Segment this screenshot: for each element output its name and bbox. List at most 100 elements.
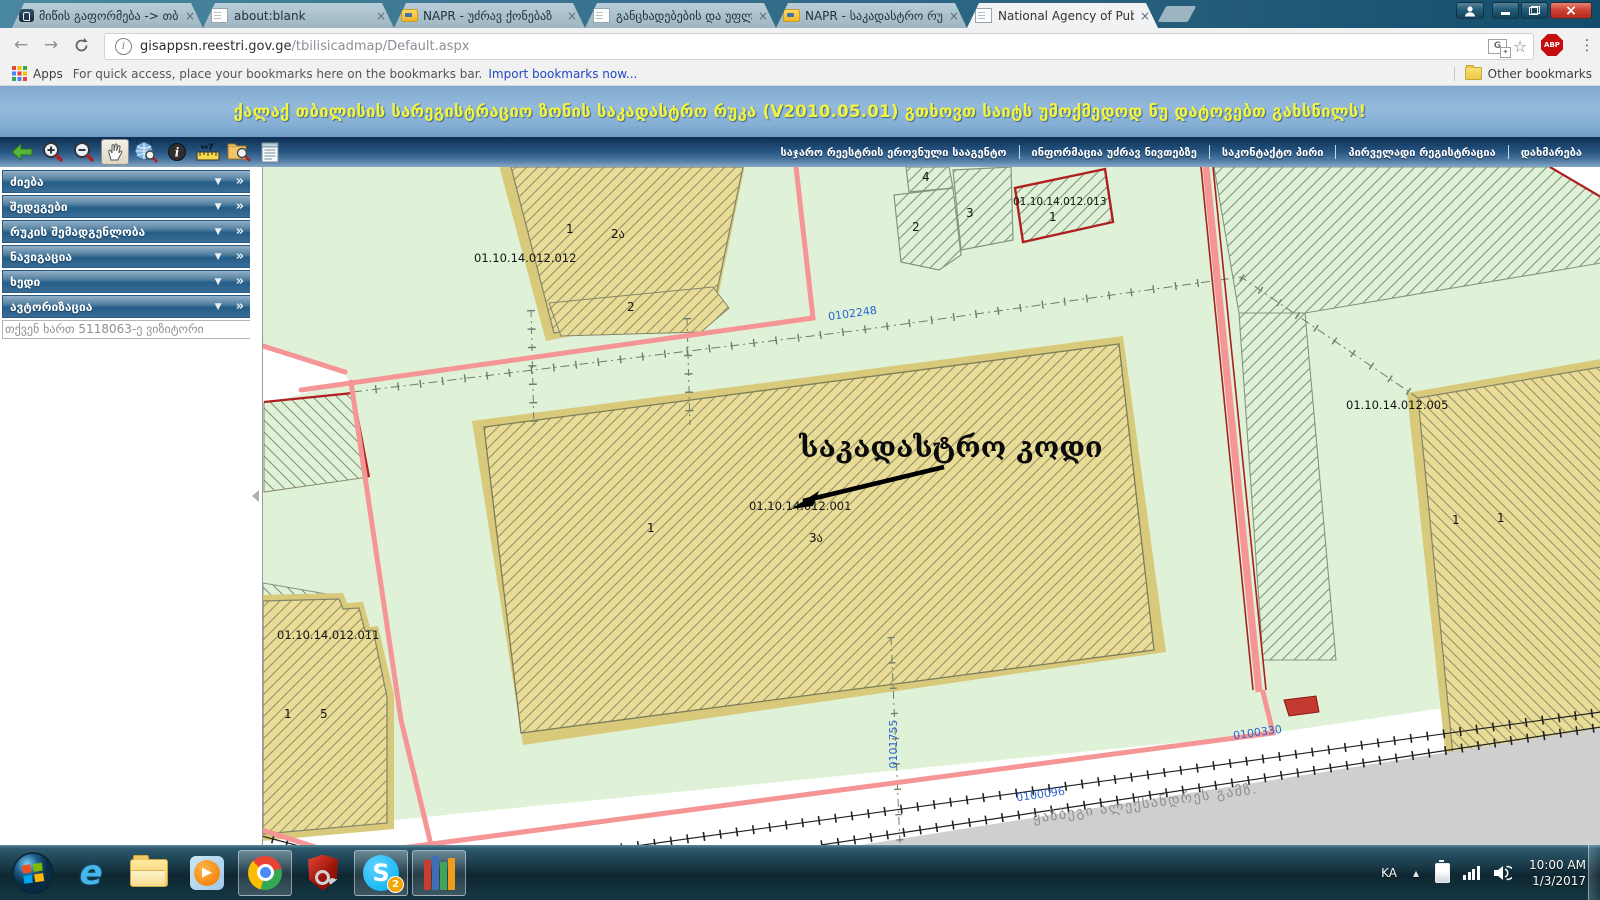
person-icon — [1465, 5, 1475, 16]
adblock-extension-icon[interactable]: ABP — [1541, 34, 1563, 56]
tab-close-icon[interactable]: × — [183, 9, 197, 23]
sub-label: 5 — [320, 707, 328, 721]
hidden-icons-caret[interactable]: ▴ — [1413, 866, 1419, 880]
collapse-sidebar-arrow-icon[interactable] — [252, 490, 259, 502]
pan-tool-button-selected[interactable] — [101, 139, 129, 165]
search-parcel-button[interactable] — [225, 139, 253, 165]
chevron-down-icon[interactable]: ▼ — [215, 302, 222, 312]
link-contact-person[interactable]: საკონტაქტო პირი — [1210, 146, 1336, 159]
forward-icon: → — [43, 35, 59, 55]
windows-taskbar: e ▶ S 2 KA ▴ 10:00 AM 1/3/2017 — [0, 845, 1600, 900]
battery-icon[interactable] — [1435, 859, 1451, 883]
url-path: /tbilisicadmap/Default.aspx — [291, 39, 470, 54]
sidebar-panel-authorization[interactable]: ავტორიზაცია ▼ » — [2, 295, 252, 318]
import-bookmarks-link[interactable]: Import bookmarks now... — [488, 67, 637, 81]
expand-icon[interactable]: » — [236, 199, 244, 214]
expand-icon[interactable]: » — [236, 299, 244, 314]
sidebar-panel-view[interactable]: ხედი ▼ » — [2, 270, 252, 293]
sidebar-panel-map-contents[interactable]: რუკის შემადგენლობა ▼ » — [2, 220, 252, 243]
tab-5[interactable]: NAPR - საკადასტრო რუ × — [776, 3, 967, 28]
close-button[interactable]: × — [1550, 2, 1592, 19]
profile-button[interactable] — [1456, 2, 1484, 19]
chevron-down-icon[interactable]: ▼ — [215, 252, 222, 262]
system-tray: KA ▴ 10:00 AM 1/3/2017 — [1381, 845, 1586, 900]
tab-close-icon[interactable]: × — [565, 9, 579, 23]
tab-close-icon[interactable]: × — [756, 9, 770, 23]
apps-shortcut[interactable]: Apps — [33, 67, 63, 81]
new-tab-button[interactable] — [1157, 6, 1197, 22]
page-info-icon[interactable]: i — [115, 38, 132, 55]
tab-close-icon[interactable]: × — [947, 9, 961, 23]
taskbar-explorer-icon[interactable] — [122, 850, 176, 896]
sub-label: 1 — [284, 707, 292, 721]
tab-6-favicon — [975, 8, 992, 23]
sub-label: 2 — [912, 220, 920, 234]
identify-button[interactable]: i — [163, 139, 191, 165]
zoom-out-button[interactable] — [70, 139, 98, 165]
show-desktop-button[interactable] — [1588, 845, 1600, 900]
forward-button[interactable]: → — [38, 33, 64, 57]
skype-notification-badge: 2 — [387, 875, 404, 893]
chevron-down-icon[interactable]: ▼ — [215, 177, 222, 187]
tab-6-active[interactable]: National Agency of Publ × — [967, 3, 1158, 28]
measure-button[interactable]: ↔? — [194, 139, 222, 165]
sidebar-panel-results[interactable]: შედეგები ▼ » — [2, 195, 252, 218]
language-indicator[interactable]: KA — [1381, 866, 1397, 880]
panel-splitter[interactable] — [250, 170, 260, 845]
tab-4[interactable]: განცხადებების და უფლ × — [585, 3, 776, 28]
taskbar-ie-icon[interactable]: e — [64, 850, 118, 896]
apps-grid-icon[interactable] — [12, 66, 27, 81]
link-public-registry[interactable]: საჯარო რეესტრის ეროვნული სააგენტო — [769, 146, 1019, 159]
other-bookmarks-button[interactable]: Other bookmarks — [1488, 67, 1592, 81]
tab-3[interactable]: NAPR - უძრავ ქონებაზ × — [394, 3, 585, 28]
panel-label: ავტორიზაცია — [10, 299, 93, 314]
back-extent-button[interactable] — [8, 139, 36, 165]
taskbar-security-shield-icon[interactable] — [296, 850, 350, 896]
reload-button[interactable] — [68, 33, 94, 57]
chevron-down-icon[interactable]: ▼ — [215, 202, 222, 212]
tab-close-icon[interactable]: × — [374, 9, 388, 23]
expand-icon[interactable]: » — [236, 274, 244, 289]
chevron-down-icon[interactable]: ▼ — [215, 227, 222, 237]
clock[interactable]: 10:00 AM 1/3/2017 — [1529, 857, 1586, 889]
sidebar: ძიება ▼» შედეგები ▼» რუკის შემადგენლობა ▼» … — [2, 170, 252, 339]
volume-icon[interactable] — [1494, 865, 1513, 881]
url-bar[interactable]: i gisappsn.reestri.gov.ge/tbilisicadmap/… — [104, 33, 1534, 60]
start-button[interactable] — [6, 850, 60, 896]
zoom-out-icon — [74, 142, 95, 163]
report-button[interactable] — [256, 139, 284, 165]
folder-icon — [130, 854, 168, 887]
link-property-info[interactable]: ინფორმაცია უძრავ ნივთებზე — [1020, 146, 1209, 159]
back-button[interactable]: ← — [8, 33, 34, 57]
cadastral-map[interactable]: 01.10.14.012.012 1 2ა 2 4 2 3 01.10.14.0… — [256, 164, 1600, 868]
sub-label: 3 — [966, 206, 974, 220]
tab-2[interactable]: about:blank × — [203, 3, 394, 28]
link-primary-registration[interactable]: პირველადი რეგისტრაცია — [1336, 146, 1507, 159]
tab-1[interactable]: მიწის გაფორმება -> თბ × — [12, 3, 203, 28]
maximize-button[interactable] — [1521, 2, 1548, 19]
chrome-menu-button[interactable]: ⋮ — [1578, 33, 1596, 57]
tab-close-icon[interactable]: × — [1138, 9, 1152, 23]
back-icon: ← — [13, 35, 29, 55]
banner-text: ქალაქ თბილისის სარეგისტრაციო ზონის საკად… — [233, 102, 1367, 121]
expand-icon[interactable]: » — [236, 174, 244, 189]
expand-icon[interactable]: » — [236, 224, 244, 239]
windows-start-orb-icon — [12, 851, 54, 894]
sidebar-panel-search[interactable]: ძიება ▼ » — [2, 170, 252, 193]
network-signal-icon[interactable] — [1463, 865, 1481, 880]
taskbar-chrome-icon-active[interactable] — [238, 849, 292, 896]
chevron-down-icon[interactable]: ▼ — [215, 277, 222, 287]
restore-icon — [1529, 6, 1540, 15]
document-icon — [261, 142, 279, 162]
taskbar-mediaplayer-icon[interactable]: ▶ — [180, 850, 234, 896]
info-icon: i — [168, 143, 186, 161]
expand-icon[interactable]: » — [236, 249, 244, 264]
translate-icon[interactable]: G — [1488, 39, 1511, 58]
taskbar-media-library-icon[interactable] — [412, 849, 466, 896]
taskbar-skype-icon-active[interactable]: S 2 — [354, 849, 408, 896]
link-help[interactable]: დახმარება — [1509, 146, 1594, 159]
sidebar-panel-navigation[interactable]: ნავიგაცია ▼ » — [2, 245, 252, 268]
zoom-in-button[interactable] — [39, 139, 67, 165]
minimize-button[interactable] — [1492, 2, 1519, 19]
full-extent-button[interactable] — [132, 139, 160, 165]
